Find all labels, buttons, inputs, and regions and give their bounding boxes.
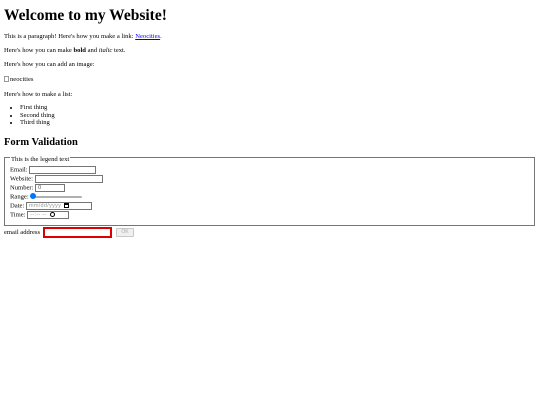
website-label: Website: — [10, 175, 33, 183]
bullet-list: First thing Second thing Third thing — [9, 104, 55, 127]
date-row: Date: mm/dd/yyyy — [10, 202, 92, 210]
range-track — [32, 196, 83, 198]
paragraph-list: Here's how to make a list: — [4, 91, 73, 98]
bold-text: bold — [73, 47, 86, 54]
neocities-link[interactable]: Neocities — [135, 33, 160, 40]
formatting-before: Here's how you can make — [4, 47, 74, 54]
date-placeholder: mm/dd/yyyy — [28, 203, 62, 209]
website-field[interactable] — [34, 175, 103, 183]
fieldset-legend: This is the legend text — [10, 156, 71, 163]
email-field[interactable] — [29, 166, 97, 174]
number-label: Number: — [10, 184, 34, 192]
ok-button[interactable]: OK — [116, 228, 134, 237]
form-heading: Form Validation — [4, 137, 78, 148]
email-address-label: email address — [4, 229, 41, 237]
time-row: Time: --:-- -- — [10, 211, 70, 219]
time-label: Time: — [10, 211, 26, 219]
paragraph-link: This is a paragraph! Here's how you make… — [4, 33, 162, 40]
email-address-row: email address OK — [4, 227, 134, 238]
italic-text: italic — [98, 47, 113, 54]
list-item: First thing — [20, 104, 55, 112]
clock-icon[interactable] — [49, 212, 55, 218]
broken-image-icon — [4, 76, 9, 82]
range-label: Range: — [10, 193, 29, 201]
paragraph-image: Here's how you can add an image: — [4, 61, 95, 68]
website-row: Website: — [10, 175, 103, 183]
image-alt-text: neocities — [10, 76, 34, 83]
date-field[interactable]: mm/dd/yyyy — [25, 202, 92, 210]
time-field[interactable]: --:-- -- — [27, 211, 70, 219]
paragraph-link-text: This is a paragraph! Here's how you make… — [4, 33, 136, 40]
broken-image: neocities — [4, 76, 33, 83]
formatting-middle: and — [85, 47, 99, 54]
paragraph-formatting: Here's how you can make bold and italic … — [4, 47, 126, 54]
formatting-after: text. — [112, 47, 126, 54]
range-row: Range: — [10, 193, 83, 201]
email-label: Email: — [10, 166, 28, 174]
date-label: Date: — [10, 202, 25, 210]
number-row: Number: 0 — [10, 184, 66, 192]
calendar-icon[interactable] — [64, 203, 70, 209]
page-title: Welcome to my Website! — [4, 7, 167, 24]
paragraph-link-end: . — [160, 33, 162, 40]
time-placeholder: --:-- -- — [30, 212, 47, 218]
number-field[interactable]: 0 — [35, 184, 66, 192]
list-item: Second thing — [20, 112, 55, 120]
email-row: Email: — [10, 166, 97, 174]
range-slider[interactable] — [30, 193, 83, 201]
range-thumb[interactable] — [30, 193, 37, 199]
email-address-input[interactable] — [42, 227, 112, 238]
list-item: Third thing — [20, 119, 55, 127]
